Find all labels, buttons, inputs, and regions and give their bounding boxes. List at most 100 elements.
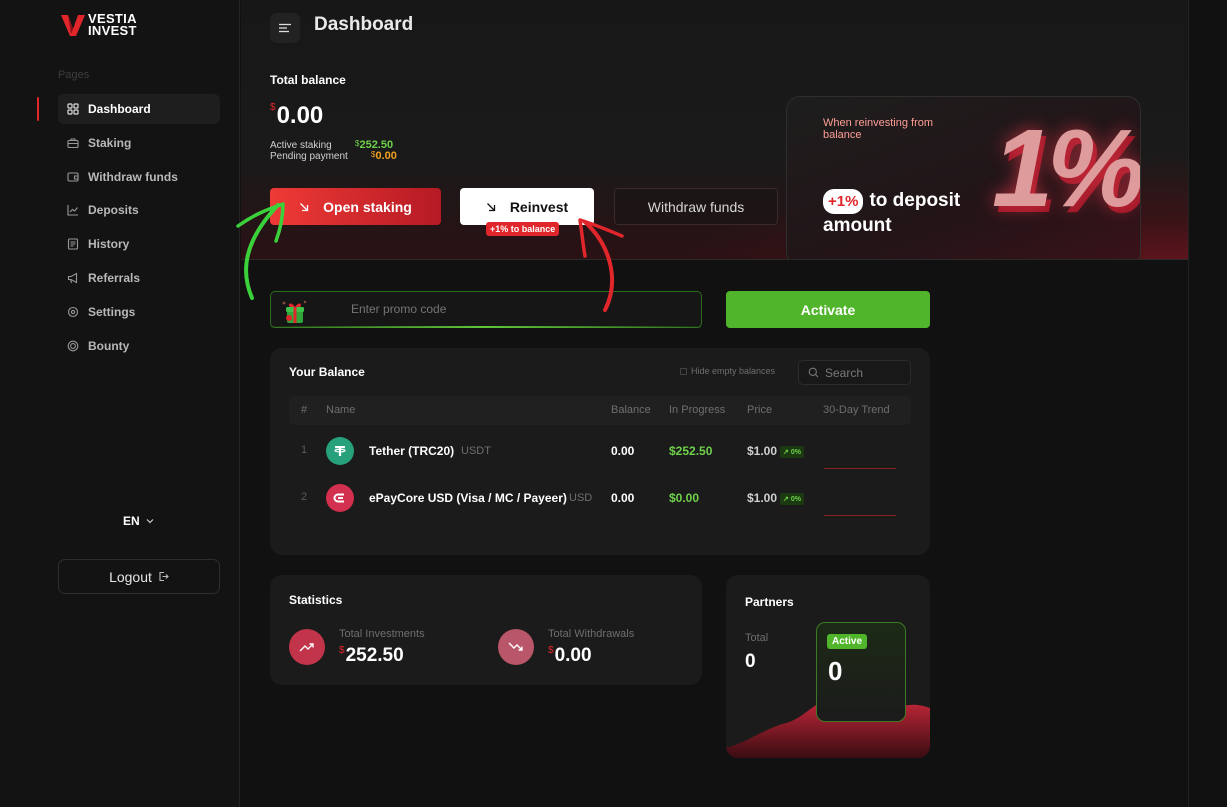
price-change-badge: ↗ 0% — [780, 492, 804, 505]
coin-price: $1.00 ↗ 0% — [747, 444, 804, 458]
total-investments-amount: 252.50 — [345, 645, 404, 666]
column-header-name[interactable]: Name — [326, 404, 355, 416]
tether-glyph — [334, 446, 346, 456]
promo-banner-headline: +1% to deposit amount — [823, 189, 1003, 237]
sidebar-item-referrals[interactable]: Referrals — [58, 263, 220, 293]
partners-active-badge: Active — [827, 634, 868, 649]
coin-name: ePayCore USD (Visa / MC / Payeer) — [369, 491, 567, 505]
price-change-badge: ↗ 0% — [780, 445, 804, 458]
statistics-card: Statistics Total Investments $252.50 Tot… — [270, 575, 702, 685]
pending-payment-label: Pending payment — [270, 151, 348, 162]
coin-name: Tether (TRC20) — [369, 444, 455, 458]
tether-icon — [326, 437, 354, 465]
promo-code-field[interactable] — [270, 291, 702, 328]
trend-up-glyph — [299, 643, 314, 652]
coin-in-progress: $0.00 — [669, 491, 700, 505]
coin-price: $1.00 ↗ 0% — [747, 491, 804, 505]
total-withdrawals-amount: 0.00 — [554, 645, 592, 666]
arrow-down-right-icon — [486, 202, 495, 211]
partners-card: Partners Total 0 Active 0 — [726, 575, 930, 758]
open-staking-label: Open staking — [323, 198, 412, 215]
language-selector[interactable]: EN — [123, 514, 154, 528]
logo[interactable]: VESTIA INVEST — [60, 12, 137, 38]
column-header-balance[interactable]: Balance — [611, 404, 651, 416]
hamburger-icon — [279, 23, 291, 33]
search-placeholder: Search — [825, 365, 864, 380]
column-header-in-progress[interactable]: In Progress — [669, 404, 725, 416]
sidebar-item-label: Bounty — [88, 338, 130, 353]
price-change-value: 0% — [790, 448, 801, 456]
reinvest-label: Reinvest — [509, 198, 569, 215]
logo-mark-icon — [61, 15, 85, 36]
withdraw-funds-button[interactable]: Withdraw funds — [614, 188, 778, 225]
partners-total-value: 0 — [745, 651, 756, 672]
activate-button[interactable]: Activate — [726, 291, 930, 328]
total-withdrawals-value: $0.00 — [548, 645, 592, 667]
table-row[interactable]: 2 ePayCore USD (Visa / MC / Payeer) USD … — [289, 478, 911, 518]
promo-banner-caption: When reinvesting from balance — [823, 117, 934, 141]
target-icon — [67, 340, 79, 351]
total-balance-amount: 0.00 — [276, 102, 324, 129]
trend-down-icon — [498, 629, 534, 665]
logout-button[interactable]: Logout — [58, 559, 220, 594]
reinvest-promo-banner: 1% When reinvesting from balance +1% to d… — [786, 96, 1141, 259]
epaycore-icon — [326, 484, 354, 512]
sidebar-item-label: Deposits — [88, 203, 139, 218]
total-investments-value: $252.50 — [339, 645, 404, 667]
grid-icon — [67, 103, 79, 115]
trend-down-glyph — [508, 642, 523, 651]
hero-panel: Dashboard Total balance $0.00 Active sta… — [241, 0, 1188, 260]
balance-table-header: # Name Balance In Progress Price 30-Day … — [289, 396, 911, 425]
briefcase-icon — [67, 138, 79, 148]
one-percent-graphic: 1% — [992, 107, 1140, 230]
balance-search-input[interactable]: Search — [798, 360, 911, 385]
sidebar-item-history[interactable]: History — [58, 229, 220, 259]
logo-line-2: INVEST — [88, 23, 137, 38]
partners-active-value: 0 — [828, 656, 843, 686]
page-title: Dashboard — [314, 14, 414, 35]
open-staking-button[interactable]: Open staking — [270, 188, 441, 225]
logout-icon — [159, 571, 169, 582]
pending-payment-value: $0.00 — [371, 150, 397, 162]
coin-balance: 0.00 — [611, 491, 635, 505]
currency-symbol: $ — [270, 102, 276, 113]
menu-toggle-button[interactable] — [270, 13, 300, 43]
sidebar-item-label: Staking — [88, 135, 132, 150]
sidebar-item-staking[interactable]: Staking — [58, 128, 220, 158]
trend-line — [824, 468, 896, 469]
sidebar-item-label: Withdraw funds — [88, 169, 178, 184]
epaycore-glyph — [333, 493, 344, 503]
logo-text: VESTIA INVEST — [88, 12, 137, 38]
right-divider — [1188, 0, 1189, 807]
price-value: $1.00 — [747, 444, 778, 458]
balance-card-title: Your Balance — [289, 365, 365, 379]
total-investments-label: Total Investments — [339, 628, 425, 640]
search-icon — [808, 367, 819, 378]
chart-line-icon — [67, 205, 78, 216]
partners-active-box: Active 0 — [816, 622, 906, 722]
balance-card: Your Balance Hide empty balances Search … — [270, 348, 930, 555]
total-withdrawals-label: Total Withdrawals — [548, 628, 635, 640]
promo-code-input[interactable] — [351, 302, 651, 316]
gift-icon — [282, 300, 307, 323]
table-row[interactable]: 1 Tether (TRC20) USDT 0.00 $252.50 $1.00… — [289, 431, 911, 471]
reinvest-button[interactable]: Reinvest — [460, 188, 594, 225]
sidebar-item-withdraw-funds[interactable]: Withdraw funds — [58, 162, 220, 192]
statistics-title: Statistics — [289, 593, 343, 607]
sidebar-item-deposits[interactable]: Deposits — [58, 195, 220, 225]
sidebar-item-dashboard[interactable]: Dashboard — [37, 94, 220, 124]
price-value: $1.00 — [747, 491, 778, 505]
sidebar-item-settings[interactable]: Settings — [58, 297, 220, 327]
partners-total-label: Total — [745, 632, 769, 644]
withdraw-funds-label: Withdraw funds — [647, 198, 745, 215]
app-root: VESTIA INVEST Pages Dashboard Staking Wi… — [0, 0, 1227, 807]
column-header-price[interactable]: Price — [747, 404, 772, 416]
logout-label: Logout — [109, 568, 152, 585]
sidebar-item-bounty[interactable]: Bounty — [58, 331, 220, 361]
sidebar-item-label: History — [88, 237, 130, 252]
hide-empty-toggle[interactable]: Hide empty balances — [680, 366, 775, 376]
staking-labels: Active staking Pending payment — [270, 140, 348, 162]
checkbox-icon — [680, 367, 687, 375]
reinvest-badge: +1% to balance — [486, 222, 560, 236]
gear-icon — [67, 306, 79, 317]
